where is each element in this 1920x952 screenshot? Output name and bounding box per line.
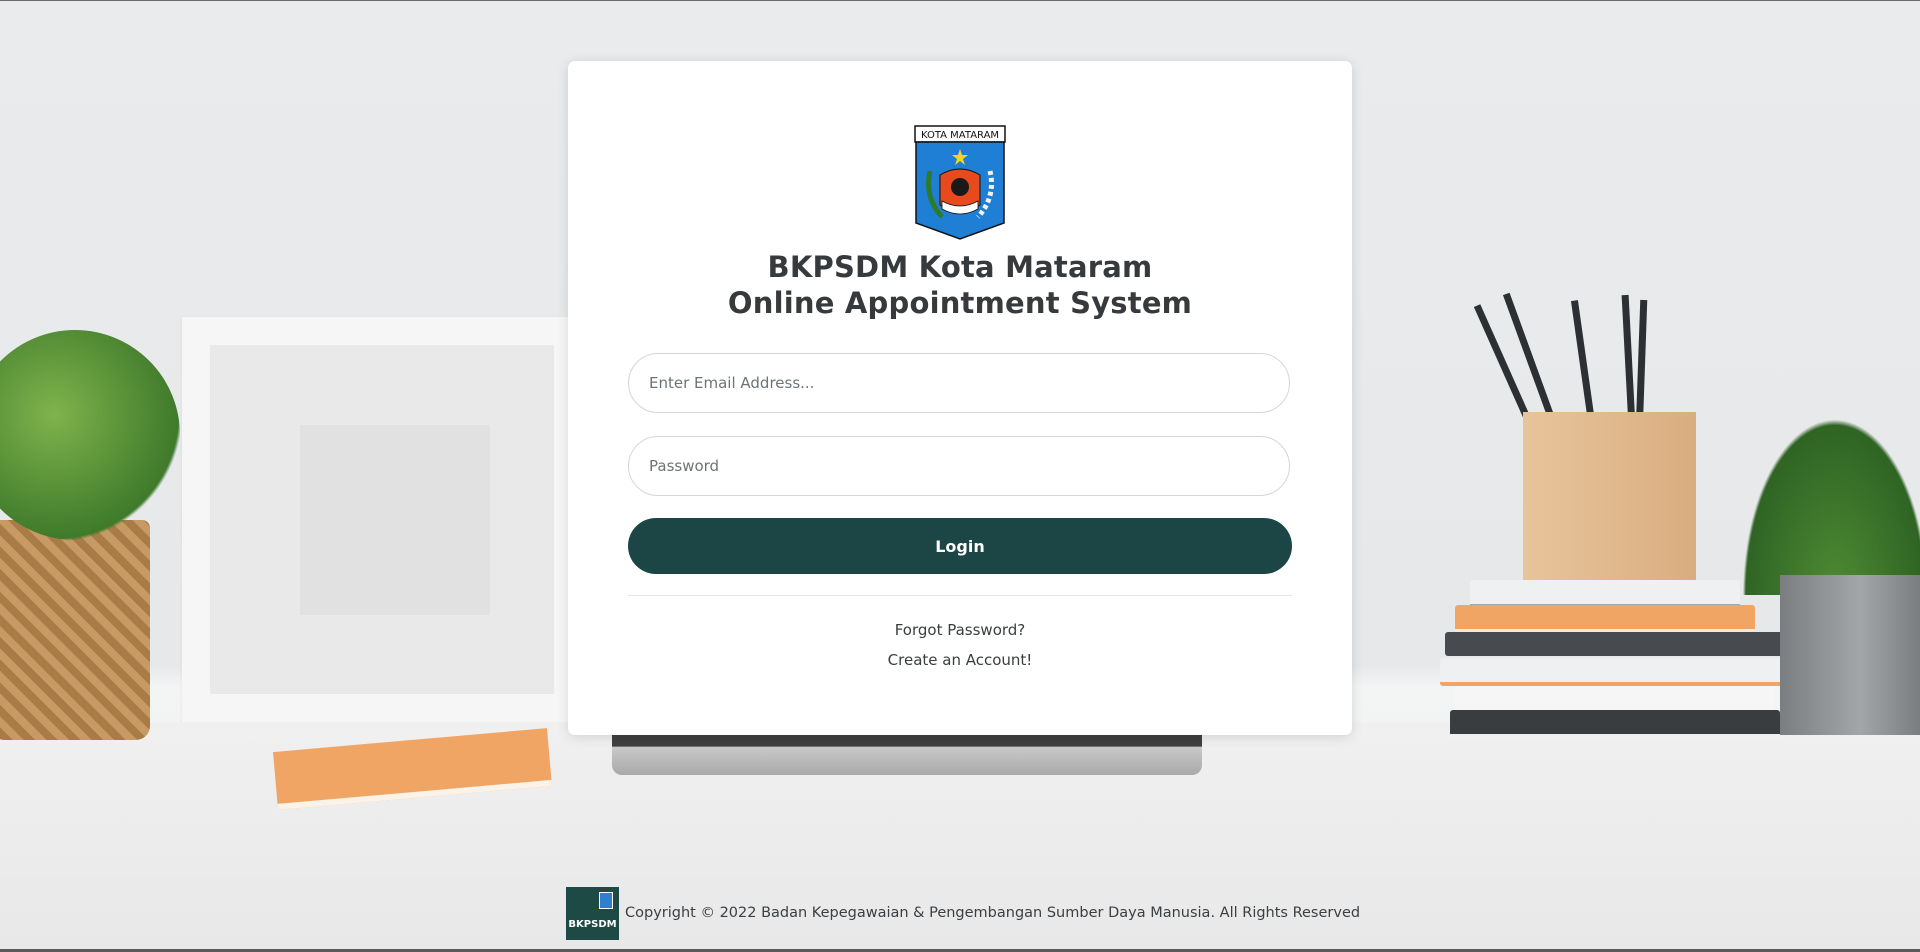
footer: BKPSDM Copyright © 2022 Badan Kepegawaia… [566, 886, 1360, 940]
title-line-1: BKPSDM Kota Mataram [767, 250, 1153, 284]
pencil-decoration [1570, 300, 1597, 430]
copyright-text: Copyright © 2022 Badan Kepegawaian & Pen… [625, 905, 1361, 921]
grass-plant-decoration [1730, 395, 1920, 595]
pencil-decoration [1502, 292, 1555, 418]
title-line-2: Online Appointment System [727, 286, 1193, 320]
top-border [0, 0, 1920, 1]
book-stack-decoration [1440, 580, 1800, 740]
basket-decoration [0, 520, 150, 740]
page-title: BKPSDM Kota Mataram Online Appointment S… [568, 249, 1352, 321]
login-button[interactable]: Login [628, 518, 1292, 574]
pen-cup-decoration [1523, 412, 1696, 585]
pencil-decoration [1635, 299, 1648, 431]
picture-frame-decoration [182, 317, 582, 722]
kota-mataram-emblem-icon: KOTA MATARAM [914, 125, 1006, 240]
email-input[interactable] [628, 353, 1290, 413]
password-input[interactable] [628, 436, 1290, 496]
bkpsdm-logo: BKPSDM [566, 886, 619, 940]
login-card: KOTA MATARAM BKPSDM Kota Mataram Online … [568, 61, 1352, 735]
footer-logo-text: BKPSDM [568, 918, 617, 930]
create-account-link[interactable]: Create an Account! [568, 651, 1352, 669]
pencil-decoration [1621, 294, 1636, 426]
pot-decoration [1780, 575, 1920, 735]
forgot-password-link[interactable]: Forgot Password? [568, 621, 1352, 639]
plant-decoration [0, 330, 180, 540]
laptop-decoration [612, 735, 1202, 775]
divider [628, 595, 1292, 596]
pencil-decoration [1473, 304, 1534, 426]
mini-emblem-icon [599, 891, 613, 909]
emblem-banner-text: KOTA MATARAM [921, 130, 999, 141]
